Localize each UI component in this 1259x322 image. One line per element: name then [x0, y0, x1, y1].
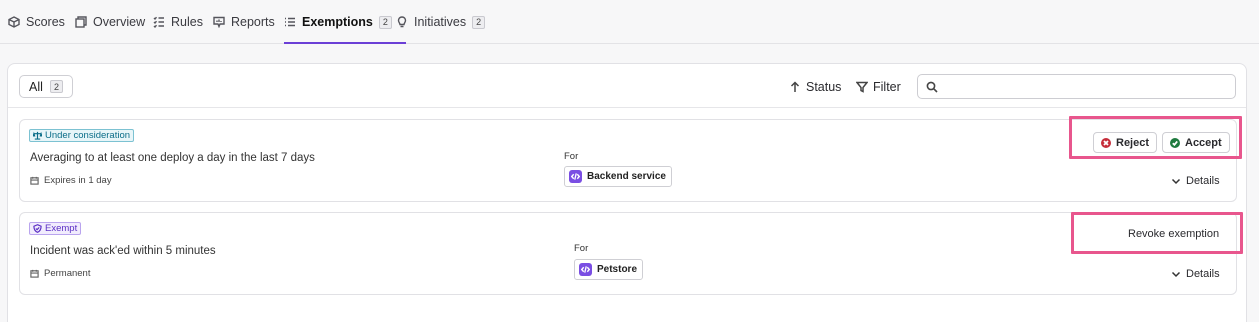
rule-title: Incident was ack'ed within 5 minutes	[30, 245, 216, 257]
shield-check-icon	[33, 224, 42, 233]
tab-reports[interactable]: Reports	[213, 0, 275, 44]
tab-label: Exemptions	[302, 15, 373, 29]
status-badge: Exempt	[29, 222, 82, 235]
status-badge-label: Under consideration	[45, 130, 131, 141]
entity-chip[interactable]: Backend service	[564, 166, 672, 187]
entity-name: Backend service	[587, 171, 666, 182]
details-toggle[interactable]: Details	[1171, 175, 1220, 187]
code-icon	[579, 263, 592, 276]
all-filter-label: All	[29, 79, 43, 94]
search-input[interactable]	[944, 78, 1229, 95]
expiry-label: Permanent	[44, 268, 91, 279]
calendar-icon	[30, 176, 39, 185]
lightbulb-icon	[397, 16, 407, 28]
search-box[interactable]	[917, 74, 1236, 99]
calendar-icon	[30, 269, 39, 278]
tab-exemptions[interactable]: Exemptions 2	[284, 0, 406, 44]
status-badge: Under consideration	[29, 129, 135, 142]
tab-label: Rules	[171, 15, 203, 29]
window-icon	[75, 16, 87, 28]
expiry-label: Expires in 1 day	[44, 175, 112, 186]
tab-initiatives[interactable]: Initiatives 2	[396, 0, 486, 44]
details-toggle[interactable]: Details	[1171, 268, 1220, 280]
cube-icon	[8, 16, 20, 28]
chevron-down-icon	[1171, 271, 1181, 278]
tab-overview[interactable]: Overview	[75, 0, 145, 44]
tab-count-badge: 2	[472, 15, 486, 29]
highlight-box	[1071, 212, 1243, 254]
arrow-up-icon	[790, 80, 800, 92]
details-label: Details	[1186, 268, 1220, 280]
highlight-box	[1069, 116, 1242, 159]
tab-label: Overview	[93, 15, 146, 29]
all-count-badge: 2	[49, 80, 63, 93]
for-label: For	[564, 151, 579, 162]
filter-icon	[856, 81, 868, 93]
entity-name: Petstore	[597, 264, 638, 275]
tab-label: Reports	[231, 15, 275, 29]
tab-label: Scores	[26, 15, 65, 29]
scale-icon	[33, 131, 42, 140]
details-label: Details	[1186, 175, 1220, 187]
for-label: For	[574, 243, 589, 254]
tab-scores[interactable]: Scores	[8, 0, 65, 44]
expiry-info: Expires in 1 day	[30, 175, 112, 186]
all-filter-button[interactable]: All 2	[19, 75, 73, 98]
tab-rules[interactable]: Rules	[153, 0, 203, 44]
search-icon	[926, 81, 938, 93]
rule-title: Averaging to at least one deploy a day i…	[30, 152, 315, 164]
expiry-info: Permanent	[30, 268, 90, 279]
exemption-card: Under consideration Averaging to at leas…	[19, 119, 1237, 202]
report-icon	[213, 16, 225, 28]
status-sort-button[interactable]: Status	[789, 75, 841, 98]
exemptions-toolbar: All 2 Status Filter	[8, 64, 1246, 108]
checklist-icon	[153, 16, 164, 28]
list-icon	[285, 17, 295, 27]
status-sort-label: Status	[806, 79, 842, 94]
filter-label: Filter	[873, 79, 901, 94]
exemptions-panel: All 2 Status Filter Under consideration …	[7, 63, 1247, 322]
tab-count-badge: 2	[378, 15, 392, 29]
status-badge-label: Exempt	[45, 223, 78, 234]
filter-button[interactable]: Filter	[856, 75, 901, 98]
chevron-down-icon	[1171, 178, 1181, 185]
exemption-card: Exempt Incident was ack'ed within 5 minu…	[19, 212, 1237, 295]
tab-label: Initiatives	[414, 15, 467, 29]
tab-bar: Scores Overview Rules Reports Exemptions…	[0, 0, 1259, 44]
code-icon	[569, 170, 582, 183]
entity-chip[interactable]: Petstore	[574, 259, 644, 280]
